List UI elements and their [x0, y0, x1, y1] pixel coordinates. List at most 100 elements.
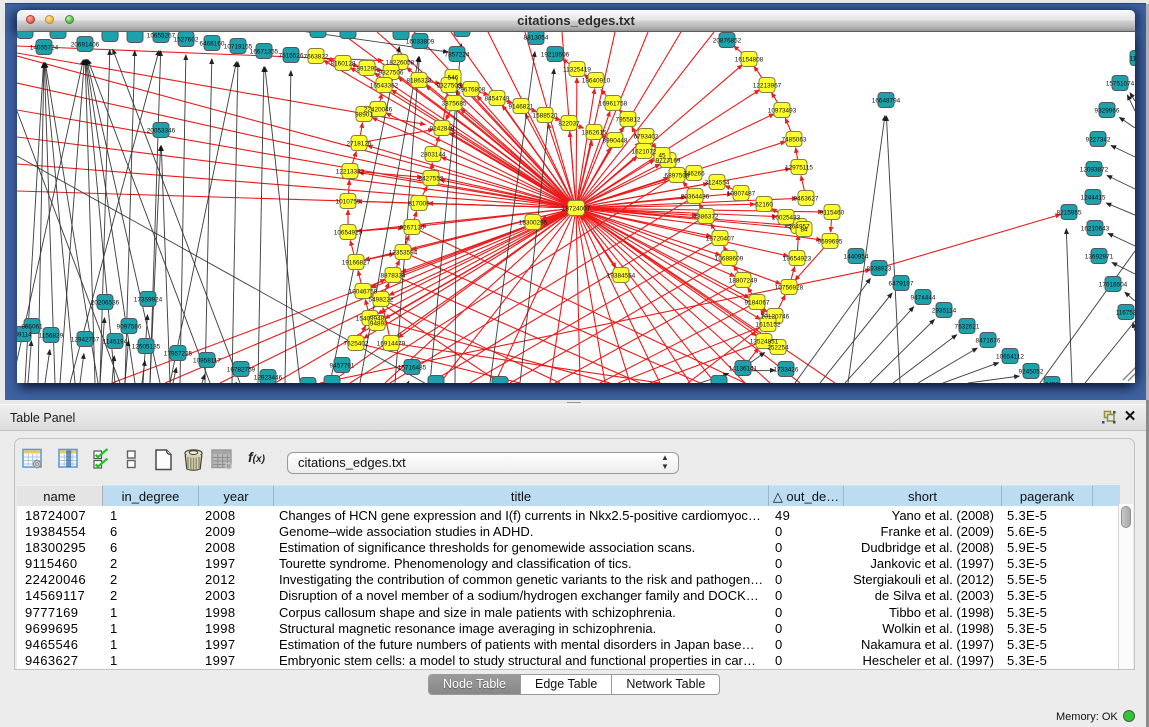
svg-text:8160128: 8160128 [331, 60, 356, 67]
svg-text:10958117: 10958117 [193, 357, 221, 364]
svg-text:17359924: 17359924 [134, 296, 163, 303]
svg-text:252254: 252254 [767, 344, 789, 351]
svg-text:12353594: 12353594 [389, 249, 418, 256]
svg-text:20364436: 20364436 [681, 193, 710, 200]
svg-text:8990448: 8990448 [603, 137, 628, 144]
svg-text:7632621: 7632621 [955, 323, 980, 330]
svg-text:12213382: 12213382 [336, 168, 365, 175]
svg-text:17016504: 17016504 [1099, 281, 1128, 288]
svg-text:8471676: 8471676 [976, 337, 1001, 344]
svg-text:39114: 39114 [17, 331, 32, 338]
svg-text:9146821: 9146821 [509, 103, 534, 110]
svg-text:12505135: 12505135 [132, 343, 161, 350]
svg-text:16914479: 16914479 [377, 340, 406, 347]
svg-text:9489: 9489 [370, 320, 385, 327]
svg-text:9699695: 9699695 [818, 238, 843, 245]
svg-text:1621072: 1621072 [632, 148, 657, 155]
svg-text:7625402: 7625402 [344, 340, 369, 347]
svg-text:9097586: 9097586 [117, 323, 142, 330]
svg-text:9327506: 9327506 [379, 69, 404, 76]
svg-text:8878334: 8878334 [381, 272, 406, 279]
svg-text:9115460: 9115460 [820, 209, 845, 216]
svg-text:1527602: 1527602 [174, 36, 199, 43]
svg-text:9457791: 9457791 [330, 362, 355, 369]
svg-text:20206536: 20206536 [91, 299, 120, 306]
svg-text:17957225: 17957225 [164, 350, 193, 357]
svg-text:18724007: 18724007 [562, 205, 591, 212]
svg-text:11325419: 11325419 [563, 66, 591, 73]
svg-text:16648794: 16648794 [872, 97, 901, 104]
svg-text:10654112: 10654112 [996, 353, 1024, 360]
svg-text:98901: 98901 [355, 111, 373, 118]
svg-text:16961758: 16961758 [599, 100, 628, 107]
svg-text:7663822: 7663822 [304, 53, 329, 60]
svg-text:18300295: 18300295 [519, 219, 548, 226]
svg-text:29676808: 29676808 [457, 86, 486, 93]
svg-text:1588520: 1588520 [533, 112, 558, 119]
svg-text:10654923: 10654923 [334, 229, 363, 236]
svg-text:20053346: 20053346 [147, 127, 176, 134]
svg-text:10756928: 10756928 [775, 284, 804, 291]
svg-text:116753: 116753 [1116, 309, 1135, 316]
svg-text:20691406: 20691406 [71, 41, 100, 48]
svg-text:9463627: 9463627 [794, 195, 819, 202]
svg-text:5498222: 5498222 [369, 296, 394, 303]
svg-text:7515526: 7515526 [279, 52, 304, 59]
svg-text:10688609: 10688609 [715, 255, 744, 262]
svg-text:817006: 817006 [408, 200, 430, 207]
svg-text:16543362: 16543362 [370, 82, 399, 89]
svg-text:16782759: 16782759 [227, 366, 256, 373]
svg-text:12093872: 12093872 [1080, 166, 1109, 173]
svg-text:6793402: 6793402 [634, 133, 659, 140]
svg-text:8427552: 8427552 [419, 175, 444, 182]
svg-text:19166827: 19166827 [342, 259, 371, 266]
svg-text:2803144: 2803144 [421, 151, 446, 158]
svg-text:14136141: 14136141 [729, 365, 758, 372]
svg-text:6479197: 6479197 [889, 280, 914, 287]
svg-text:8938923: 8938923 [867, 265, 892, 272]
svg-text:84: 84 [800, 226, 808, 233]
svg-text:8813054: 8813054 [524, 34, 549, 41]
svg-text:10655267: 10655267 [147, 32, 176, 39]
svg-text:19218506: 19218506 [541, 51, 570, 58]
svg-text:546: 546 [448, 74, 459, 81]
svg-text:8267130: 8267130 [400, 224, 425, 231]
svg-text:19384554: 19384554 [607, 272, 636, 279]
svg-text:9450: 9450 [1045, 381, 1060, 383]
svg-text:9474444: 9474444 [911, 294, 936, 301]
svg-text:891295: 891295 [356, 65, 378, 72]
svg-text:8215955: 8215955 [1057, 209, 1082, 216]
svg-text:15716485: 15716485 [398, 364, 427, 371]
svg-text:7485063: 7485063 [782, 136, 807, 143]
svg-text:16154808: 16154808 [735, 56, 764, 63]
svg-text:1733426: 1733426 [774, 366, 799, 373]
svg-text:10807487: 10807487 [727, 190, 756, 197]
svg-text:8186328: 8186328 [407, 77, 432, 84]
svg-text:12975115: 12975115 [785, 164, 813, 171]
svg-text:18640910: 18640910 [582, 77, 611, 84]
svg-text:15720407: 15720407 [706, 235, 735, 242]
svg-text:1156829: 1156829 [39, 332, 64, 339]
svg-text:8454749: 8454749 [485, 95, 510, 102]
svg-text:9329966: 9329966 [1095, 107, 1120, 114]
svg-text:18226058: 18226058 [386, 59, 415, 66]
svg-text:7857224: 7857224 [445, 51, 470, 58]
svg-text:14055724: 14055724 [30, 44, 59, 51]
svg-text:15751074: 15751074 [1106, 80, 1135, 87]
svg-text:62160: 62160 [755, 201, 773, 208]
svg-text:1362615: 1362615 [582, 129, 607, 136]
svg-text:16671355: 16671355 [250, 48, 279, 55]
svg-text:9227342: 9227342 [1086, 136, 1111, 143]
svg-text:7955812: 7955812 [616, 116, 641, 123]
svg-text:3875685: 3875685 [442, 100, 467, 107]
svg-text:1615152: 1615152 [756, 321, 781, 328]
svg-text:19654923: 19654923 [783, 255, 812, 262]
svg-text:18807249: 18807249 [729, 277, 758, 284]
svg-text:16033809: 16033809 [406, 38, 435, 45]
svg-text:10025433: 10025433 [772, 214, 801, 221]
svg-text:2718126: 2718126 [347, 140, 372, 147]
svg-text:865061: 865061 [21, 323, 43, 330]
svg-text:1010755: 1010755 [336, 198, 361, 205]
svg-text:1145194: 1145194 [103, 338, 128, 345]
svg-text:11170: 11170 [1130, 55, 1135, 62]
